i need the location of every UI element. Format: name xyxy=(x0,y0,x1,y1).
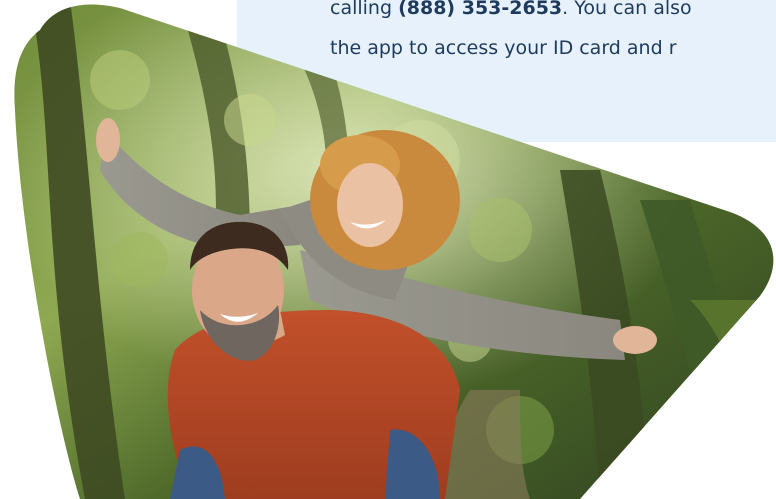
page: calling (888) 353-2653. You can also the… xyxy=(0,0,776,499)
photo-content xyxy=(14,4,774,499)
couple-forest-photo xyxy=(14,4,774,499)
